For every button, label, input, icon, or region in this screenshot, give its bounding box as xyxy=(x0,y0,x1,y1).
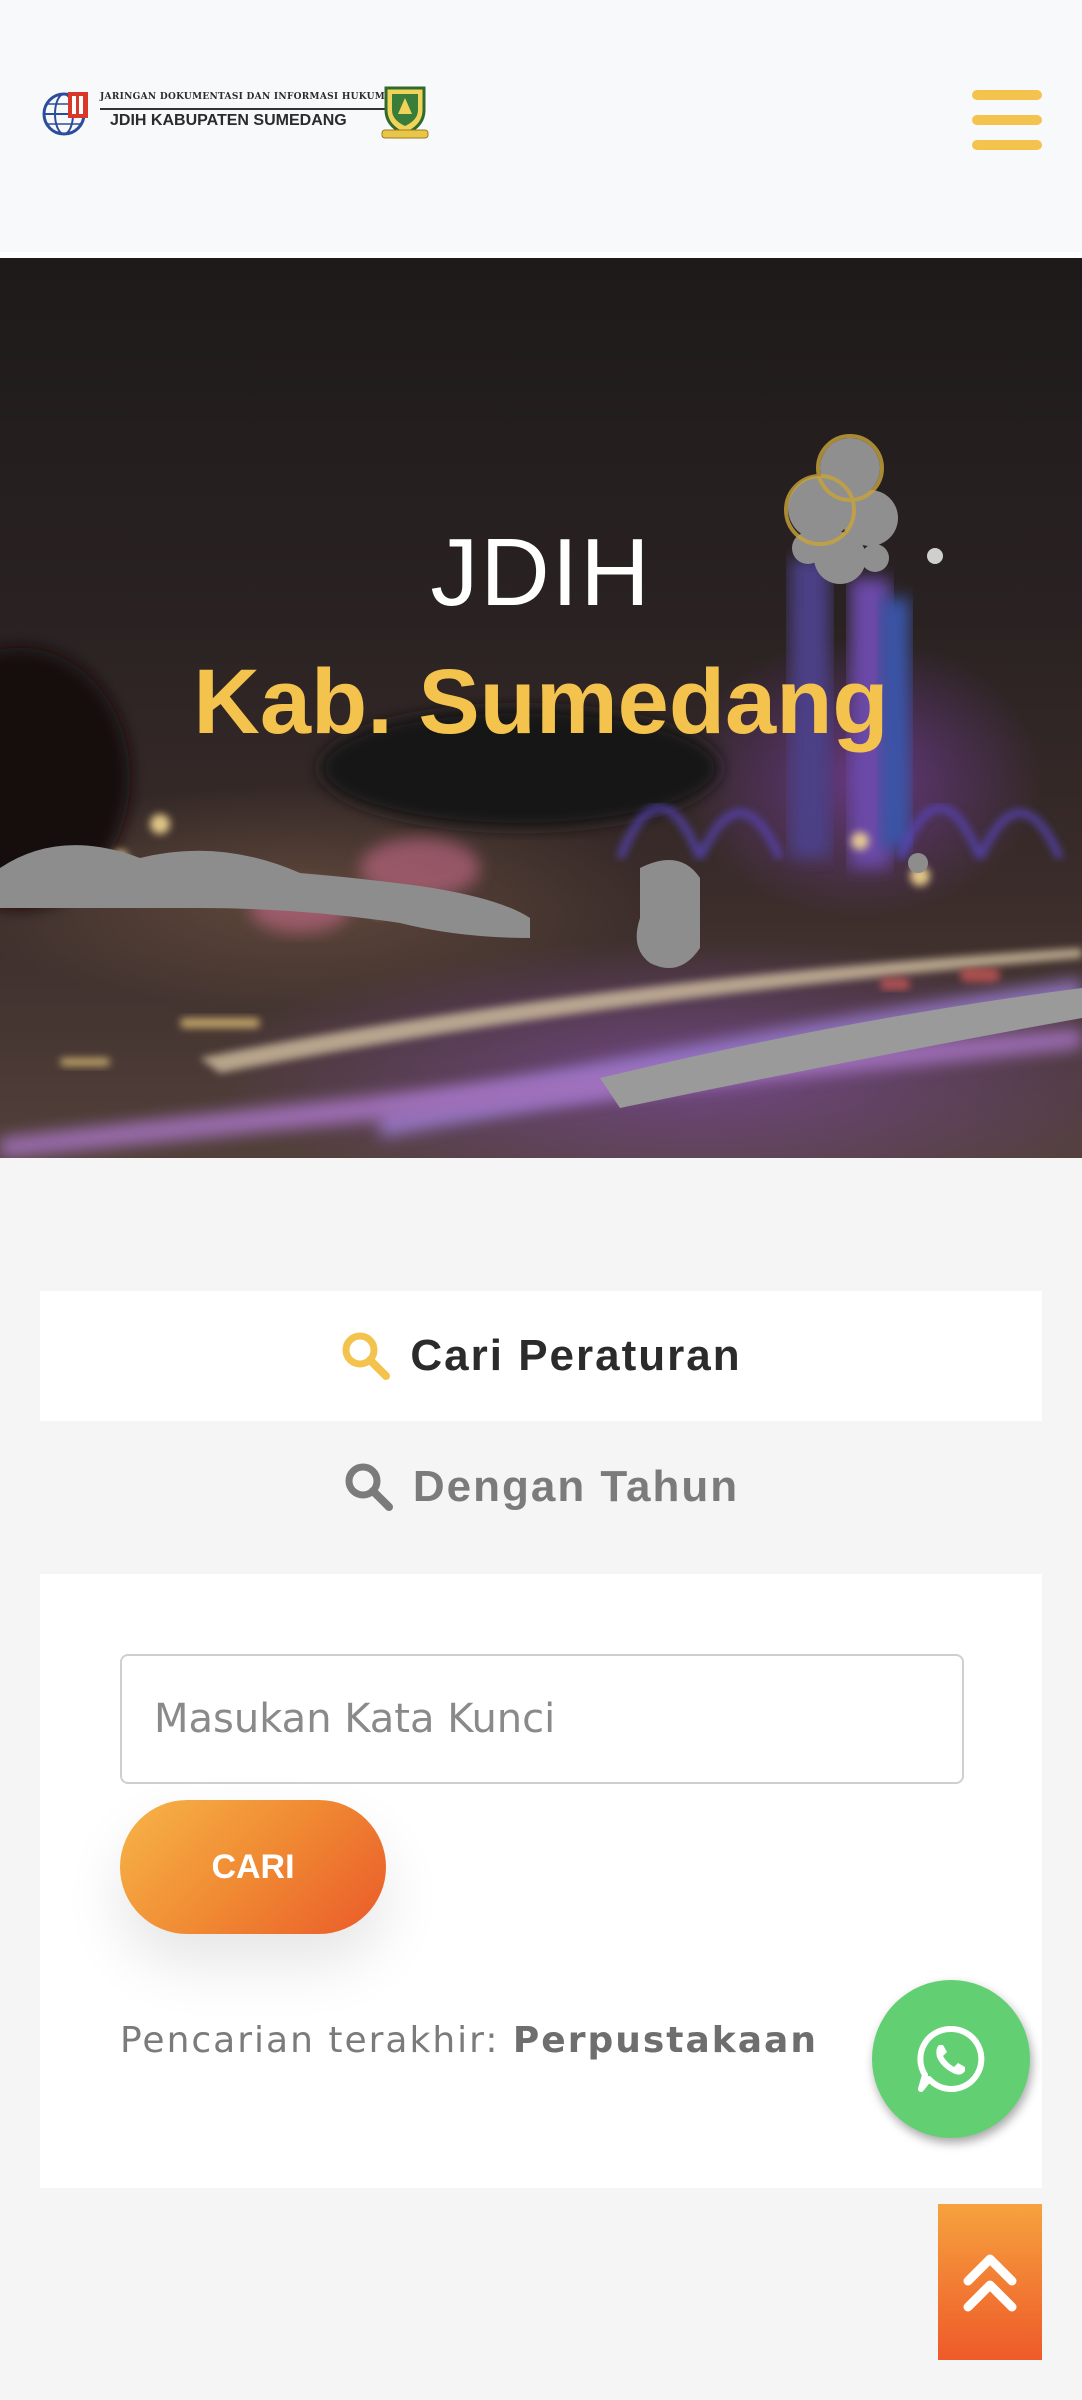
recent-search: Pencarian terakhir: Perpustakaan xyxy=(120,2020,980,2061)
tab-dengan-tahun[interactable]: Dengan Tahun xyxy=(40,1422,1042,1552)
hamburger-menu-icon xyxy=(972,90,1042,100)
hamburger-menu-button[interactable] xyxy=(972,88,1042,152)
globe-emblem-icon xyxy=(42,92,88,136)
double-chevron-up-icon xyxy=(963,2254,1017,2312)
tab-label: Cari Peraturan xyxy=(410,1331,742,1380)
search-icon xyxy=(345,1463,393,1511)
scroll-to-top-button[interactable] xyxy=(938,2204,1042,2360)
sumedang-crest-icon xyxy=(381,86,429,139)
hero-title: JDIH xyxy=(430,519,652,626)
logo-title: JDIH KABUPATEN SUMEDANG xyxy=(110,112,347,129)
hero-banner: JDIH Kab. Sumedang xyxy=(0,258,1082,1158)
search-input[interactable] xyxy=(120,1654,964,1784)
logo-divider xyxy=(100,108,390,110)
tab-label: Dengan Tahun xyxy=(412,1462,740,1511)
recent-search-term[interactable]: Perpustakaan xyxy=(513,2020,818,2061)
jdih-logo[interactable]: JARINGAN DOKUMENTASI DAN INFORMASI HUKUM… xyxy=(42,84,432,144)
site-header: JARINGAN DOKUMENTASI DAN INFORMASI HUKUM… xyxy=(0,0,1082,252)
logo-tagline: JARINGAN DOKUMENTASI DAN INFORMASI HUKUM xyxy=(100,92,386,102)
whatsapp-button[interactable] xyxy=(872,1980,1030,2138)
recent-search-label: Pencarian terakhir: xyxy=(120,2020,500,2061)
hero-subtitle: Kab. Sumedang xyxy=(193,651,889,753)
search-button[interactable]: CARI xyxy=(120,1800,386,1934)
tab-cari-peraturan[interactable]: Cari Peraturan xyxy=(40,1291,1042,1421)
search-icon xyxy=(342,1332,391,1380)
whatsapp-icon xyxy=(917,2025,985,2092)
